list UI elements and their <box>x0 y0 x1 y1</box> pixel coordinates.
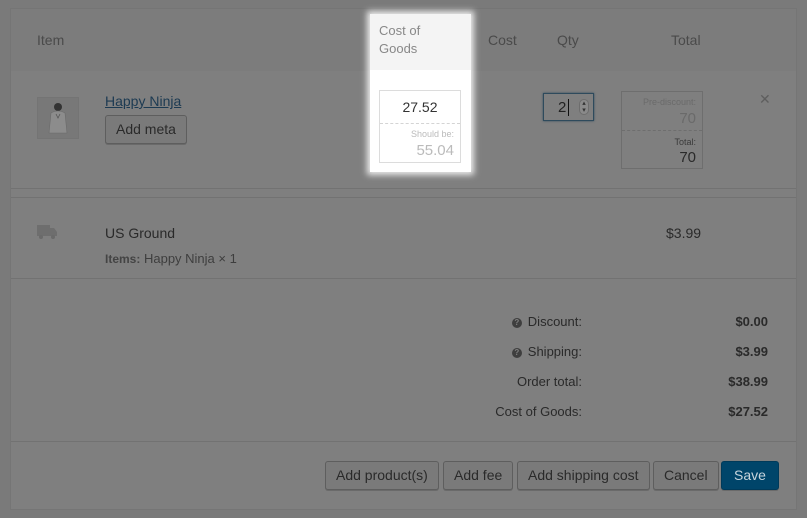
product-link[interactable]: Happy Ninja <box>105 93 181 109</box>
cost-of-goods-total-value: $27.52 <box>728 404 768 419</box>
cost-of-goods-total-label: Cost of Goods: <box>495 404 582 419</box>
header-cost: Cost <box>488 32 517 48</box>
spinner-arrows-icon[interactable]: ▴ ▾ <box>579 99 589 115</box>
total-value[interactable]: 70 <box>679 149 696 166</box>
truck-icon <box>37 225 57 239</box>
cost-of-goods-spotlight: Cost of Goods Should be: 55.04 <box>370 14 471 172</box>
order-total-label: Order total: <box>516 374 582 389</box>
pre-discount-section: Pre-discount: 70 <box>622 92 702 131</box>
quantity-stepper[interactable]: 2 ▴ ▾ <box>543 93 594 121</box>
should-be-value: 55.04 <box>416 142 454 159</box>
discount-value: $0.00 <box>735 314 768 329</box>
line-total-box: Pre-discount: 70 Total: 70 <box>621 91 703 169</box>
cost-of-goods-header: Cost of Goods <box>370 14 471 70</box>
shipping-method-name[interactable]: US Ground <box>105 225 175 241</box>
shipping-value: $3.99 <box>735 344 768 359</box>
add-fee-button[interactable]: Add fee <box>443 461 514 490</box>
add-products-button[interactable]: Add product(s) <box>325 461 439 490</box>
totals-row-discount: ? Discount: $0.00 <box>11 314 796 334</box>
should-be-label: Should be: <box>410 129 454 139</box>
quantity-value: 2 <box>558 99 567 116</box>
close-icon[interactable]: ✕ <box>759 91 771 108</box>
order-total-value: $38.99 <box>728 374 768 389</box>
order-totals: ? Discount: $0.00 ? Shipping: $3.99 Order … <box>11 287 796 441</box>
total-label: Total: <box>674 137 696 147</box>
shipping-items-value: Happy Ninja × 1 <box>143 251 237 266</box>
help-icon[interactable]: ? <box>511 348 522 358</box>
shipping-label: Shipping: <box>527 344 582 359</box>
text-caret <box>568 99 569 116</box>
totals-row-order-total: Order total: $38.99 <box>11 374 796 394</box>
save-button[interactable]: Save <box>721 461 779 490</box>
shipping-items-label: Items: <box>105 252 141 266</box>
shipping-items: Items: Happy Ninja × 1 <box>105 251 237 266</box>
shipping-cost[interactable]: $3.99 <box>666 225 701 241</box>
totals-row-shipping: ? Shipping: $3.99 <box>11 344 796 364</box>
cancel-button[interactable]: Cancel <box>653 461 719 490</box>
totals-row-cost-of-goods: Cost of Goods: $27.52 <box>11 404 796 424</box>
header-total: Total <box>671 32 701 48</box>
pre-discount-value[interactable]: 70 <box>679 110 696 127</box>
header-item: Item <box>37 32 65 48</box>
header-qty: Qty <box>557 32 579 48</box>
shipping-row: US Ground Items: Happy Ninja × 1 $3.99 <box>11 197 796 279</box>
cost-of-goods-box: Should be: 55.04 <box>379 90 461 163</box>
add-meta-button[interactable]: Add meta <box>105 115 187 144</box>
help-icon[interactable]: ? <box>511 318 522 328</box>
add-shipping-cost-button[interactable]: Add shipping cost <box>517 461 650 490</box>
discount-label: Discount: <box>527 314 582 329</box>
header-cost-of-goods: Cost of Goods <box>379 23 421 56</box>
pre-discount-label: Pre-discount: <box>642 97 696 107</box>
hoodie-image-icon <box>48 103 68 134</box>
actions-bar: Add product(s) Add fee Add shipping cost… <box>11 441 796 511</box>
product-thumbnail[interactable] <box>37 97 79 139</box>
cost-of-goods-input[interactable] <box>380 91 460 124</box>
